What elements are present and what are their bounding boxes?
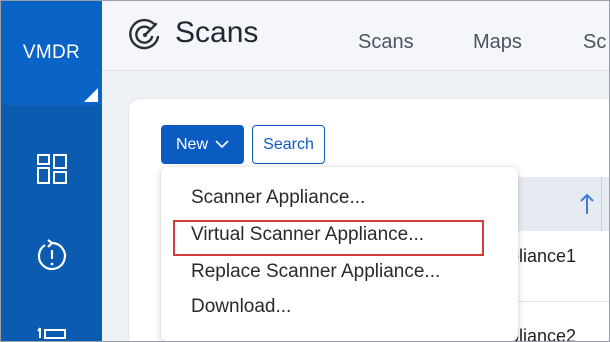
scans-radar-icon <box>127 17 163 53</box>
sort-ascending-icon[interactable] <box>578 192 596 216</box>
corner-triangle-icon <box>84 88 98 102</box>
app-switcher[interactable]: VMDR <box>1 1 102 105</box>
brand-label: VMDR <box>22 42 81 63</box>
table-cell-name[interactable]: pliance1 <box>509 246 576 267</box>
list-icon[interactable] <box>35 321 69 341</box>
tab-maps[interactable]: Maps <box>473 31 522 54</box>
sidebar: VMDR <box>1 1 102 341</box>
tab-scans[interactable]: Scans <box>358 31 414 54</box>
alert-icon[interactable] <box>35 239 69 273</box>
tab-schedules[interactable]: Sc <box>583 31 606 54</box>
new-button-label: New <box>175 135 208 153</box>
page-title: Scans <box>175 16 259 49</box>
column-divider[interactable] <box>601 177 602 231</box>
search-button[interactable]: Search <box>252 125 325 164</box>
menu-item-scanner-appliance[interactable]: Scanner Appliance... <box>191 187 365 209</box>
table-cell-name[interactable]: pliance2 <box>509 326 576 341</box>
dashboard-icon[interactable] <box>35 152 69 186</box>
menu-item-download[interactable]: Download... <box>191 296 291 318</box>
menu-item-replace-scanner-appliance[interactable]: Replace Scanner Appliance... <box>191 261 440 283</box>
highlight-annotation <box>173 220 484 256</box>
top-header: Scans Scans Maps Sc <box>102 1 609 71</box>
chevron-down-icon <box>215 136 229 154</box>
new-button[interactable]: New <box>161 125 244 164</box>
app-window: VMDR Scans Scans Maps Sc pliance1 plianc… <box>0 0 610 342</box>
